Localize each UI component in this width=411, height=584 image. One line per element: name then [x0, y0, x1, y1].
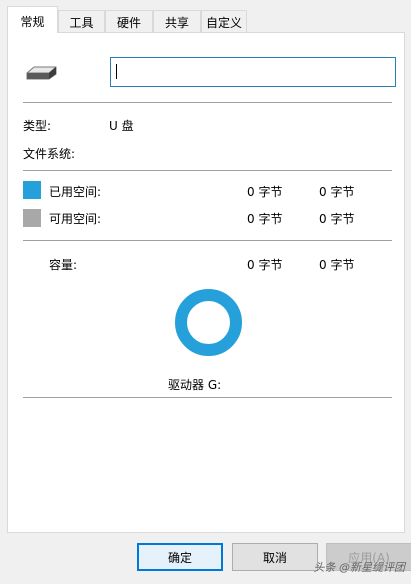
free-space-swatch	[23, 209, 41, 227]
capacity-bytes: 0 字节	[247, 258, 283, 272]
separator	[23, 240, 392, 241]
usb-drive-icon	[26, 66, 57, 80]
used-space-bytes: 0 字节	[247, 185, 283, 199]
tab-hardware[interactable]: 硬件	[105, 10, 153, 32]
used-space-label: 已用空间:	[49, 185, 102, 199]
tab-customize[interactable]: 自定义	[201, 10, 247, 32]
capacity-label: 容量:	[49, 258, 78, 272]
cancel-button[interactable]: 取消	[232, 543, 318, 571]
free-space-label: 可用空间:	[49, 212, 102, 226]
usage-donut-chart	[175, 289, 242, 356]
text-caret	[116, 64, 117, 79]
watermark: 头条 @新星缇评团	[313, 561, 406, 574]
general-tab-panel: 类型: U 盘 文件系统: 已用空间: 0 字节 0 字节 可用空间: 0 字节…	[7, 32, 405, 533]
tab-strip: 常规 工具 硬件 共享 自定义	[0, 0, 411, 33]
properties-dialog: 常规 工具 硬件 共享 自定义 类型: U 盘 文件系统: 已用空间: 0 字节…	[0, 0, 411, 584]
used-space-size: 0 字节	[319, 185, 355, 199]
type-value: U 盘	[109, 119, 134, 133]
drive-letter-label: 驱动器 G:	[168, 378, 222, 392]
separator	[23, 397, 392, 398]
drive-name-input[interactable]	[110, 57, 396, 87]
free-space-size: 0 字节	[319, 212, 355, 226]
filesystem-label: 文件系统:	[23, 147, 76, 161]
used-space-swatch	[23, 181, 41, 199]
ok-button[interactable]: 确定	[137, 543, 223, 571]
tab-tools[interactable]: 工具	[58, 10, 105, 32]
separator	[23, 170, 392, 171]
tab-sharing[interactable]: 共享	[153, 10, 201, 32]
free-space-bytes: 0 字节	[247, 212, 283, 226]
type-label: 类型:	[23, 119, 52, 133]
capacity-size: 0 字节	[319, 258, 355, 272]
separator	[23, 102, 392, 103]
tab-general[interactable]: 常规	[7, 6, 58, 33]
